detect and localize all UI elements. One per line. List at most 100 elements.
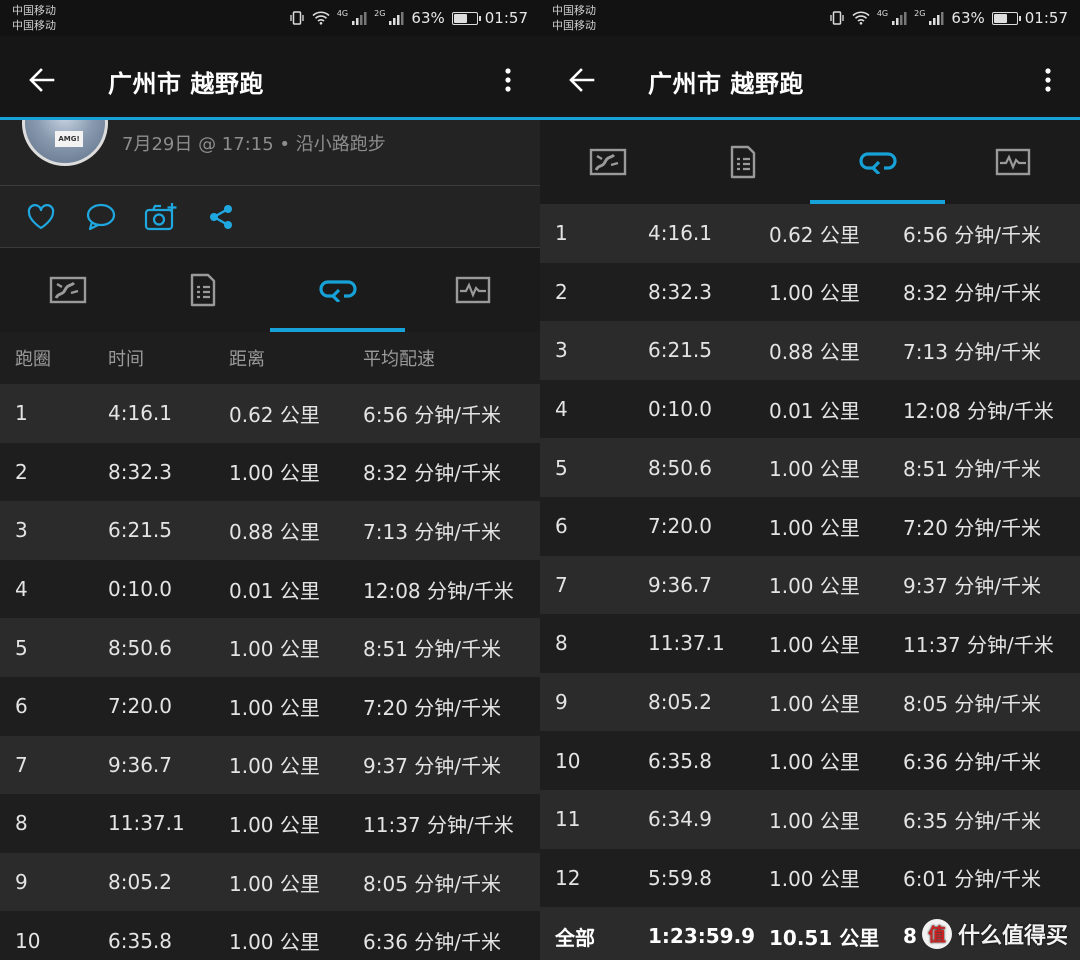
lap-number: 5 bbox=[15, 635, 28, 660]
table-row[interactable]: 5 8:50.6 1.00 公里 8:51 分钟/千米 bbox=[540, 438, 1080, 497]
lap-pace: 6:56 分钟/千米 bbox=[903, 222, 1042, 247]
lap-distance: 0.62 公里 bbox=[229, 402, 320, 427]
lap-pace: 8:51 分钟/千米 bbox=[363, 637, 502, 662]
table-row[interactable]: 6 7:20.0 1.00 公里 7:20 分钟/千米 bbox=[0, 676, 540, 736]
carrier-label-1: 中国移动 bbox=[12, 4, 56, 17]
lap-number: 1 bbox=[555, 221, 568, 246]
table-row[interactable]: 7 9:36.7 1.00 公里 9:37 分钟/千米 bbox=[540, 555, 1080, 615]
network-type-2: 2G bbox=[914, 8, 926, 18]
laps-icon bbox=[318, 280, 357, 302]
header-pace: 平均配速 bbox=[363, 349, 435, 370]
lap-pace: 6:35 分钟/千米 bbox=[903, 808, 1042, 833]
table-row[interactable]: 4 0:10.0 0.01 公里 12:08 分钟/千米 bbox=[540, 379, 1080, 439]
status-icons: 4G 2G 63% 01:57 bbox=[829, 8, 1068, 28]
lap-time: 6:21.5 bbox=[648, 338, 712, 363]
lap-number: 3 bbox=[15, 518, 28, 543]
more-options-button[interactable] bbox=[496, 60, 520, 100]
table-row[interactable]: 7 9:36.7 1.00 公里 9:37 分钟/千米 bbox=[0, 735, 540, 795]
tab-map[interactable] bbox=[0, 248, 135, 332]
back-button[interactable] bbox=[22, 60, 62, 100]
chart-icon bbox=[995, 148, 1030, 176]
signal-icon bbox=[389, 12, 404, 25]
watermark-text: 什么值得买 bbox=[957, 924, 1068, 949]
lap-number: 11 bbox=[555, 807, 581, 832]
lap-time: 8:05.2 bbox=[108, 870, 172, 895]
avatar[interactable]: AMG! bbox=[22, 120, 108, 166]
signal-icon bbox=[892, 12, 907, 25]
table-row[interactable]: 11 6:34.9 1.00 公里 6:35 分钟/千米 bbox=[540, 789, 1080, 849]
table-row[interactable]: 6 7:20.0 1.00 公里 7:20 分钟/千米 bbox=[540, 496, 1080, 556]
table-row[interactable]: 1 4:16.1 0.62 公里 6:56 分钟/千米 bbox=[0, 384, 540, 443]
comment-button[interactable] bbox=[84, 200, 118, 234]
more-options-button[interactable] bbox=[1036, 60, 1060, 100]
table-row[interactable]: 10 6:35.8 1.00 公里 6:36 分钟/千米 bbox=[540, 731, 1080, 790]
lap-time: 7:20.0 bbox=[648, 514, 712, 539]
tab-chart[interactable] bbox=[405, 248, 540, 332]
tab-laps[interactable] bbox=[810, 120, 945, 204]
laps-table: 1 4:16.1 0.62 公里 6:56 分钟/千米 2 8:32.3 1.00 公里 8… bbox=[540, 204, 1080, 960]
clock: 01:57 bbox=[1024, 9, 1068, 27]
table-row[interactable]: 2 8:32.3 1.00 公里 8:32 分钟/千米 bbox=[0, 442, 540, 502]
lap-pace: 8:05 分钟/千米 bbox=[903, 691, 1042, 716]
table-row[interactable]: 8 11:37.1 1.00 公里 11:37 分钟/千米 bbox=[0, 794, 540, 853]
lap-distance: 1.00 公里 bbox=[229, 871, 320, 896]
details-icon bbox=[190, 273, 215, 307]
lap-time: 8:05.2 bbox=[648, 690, 712, 715]
watermark: 值 什么值得买 bbox=[921, 918, 1068, 950]
lap-number: 4 bbox=[15, 577, 28, 602]
like-button[interactable] bbox=[24, 200, 58, 234]
add-photo-button[interactable] bbox=[144, 200, 178, 234]
activity-tabs bbox=[0, 248, 540, 332]
lap-number: 6 bbox=[15, 694, 28, 719]
tab-map[interactable] bbox=[540, 120, 675, 204]
lap-distance: 1.00 公里 bbox=[769, 574, 860, 599]
lap-number: 9 bbox=[555, 690, 568, 715]
right-screenshot: 中国移动 中国移动 4G 2G 63% 01:57 广州市 越野跑 1 4:16… bbox=[540, 0, 1080, 960]
tab-details[interactable] bbox=[135, 248, 270, 332]
table-row[interactable]: 10 6:35.8 1.00 公里 6:36 分钟/千米 bbox=[0, 911, 540, 960]
arrow-left-icon bbox=[569, 68, 595, 92]
tab-laps[interactable] bbox=[270, 248, 405, 332]
lap-distance: 0.62 公里 bbox=[769, 222, 860, 247]
lap-time: 4:16.1 bbox=[108, 401, 172, 426]
table-row[interactable]: 3 6:21.5 0.88 公里 7:13 分钟/千米 bbox=[0, 501, 540, 560]
arrow-left-icon bbox=[29, 68, 55, 92]
table-row[interactable]: 12 5:59.8 1.00 公里 6:01 分钟/千米 bbox=[540, 848, 1080, 908]
lap-time: 8:32.3 bbox=[648, 279, 712, 304]
table-row[interactable]: 3 6:21.5 0.88 公里 7:13 分钟/千米 bbox=[540, 321, 1080, 380]
lap-distance: 1.00 公里 bbox=[229, 930, 320, 955]
lap-time: 8:50.6 bbox=[108, 635, 172, 660]
lap-number: 4 bbox=[555, 397, 568, 422]
lap-pace: 11:37 分钟/千米 bbox=[363, 812, 514, 837]
back-button[interactable] bbox=[562, 60, 602, 100]
share-button[interactable] bbox=[204, 200, 238, 234]
lap-time: 7:20.0 bbox=[108, 694, 172, 719]
lap-pace: 6:36 分钟/千米 bbox=[363, 930, 502, 955]
lap-pace: 7:13 分钟/千米 bbox=[363, 519, 502, 544]
lap-time: 9:36.7 bbox=[648, 572, 712, 597]
lap-pace: 9:37 分钟/千米 bbox=[363, 754, 502, 779]
table-row[interactable]: 1 4:16.1 0.62 公里 6:56 分钟/千米 bbox=[540, 204, 1080, 263]
lap-pace: 9:37 分钟/千米 bbox=[903, 574, 1042, 599]
lap-number: 2 bbox=[555, 279, 568, 304]
table-row[interactable]: 2 8:32.3 1.00 公里 8:32 分钟/千米 bbox=[540, 262, 1080, 322]
table-row[interactable]: 9 8:05.2 1.00 公里 8:05 分钟/千米 bbox=[540, 672, 1080, 732]
battery-percent: 63% bbox=[951, 9, 985, 27]
lap-pace: 6:36 分钟/千米 bbox=[903, 750, 1042, 775]
lap-distance: 1.00 公里 bbox=[769, 457, 860, 482]
lap-number: 12 bbox=[555, 865, 581, 890]
tab-details[interactable] bbox=[675, 120, 810, 204]
table-row[interactable]: 8 11:37.1 1.00 公里 11:37 分钟/千米 bbox=[540, 614, 1080, 673]
total-pace: 8 bbox=[903, 924, 917, 949]
lap-pace: 8:32 分钟/千米 bbox=[363, 461, 502, 486]
lap-distance: 1.00 公里 bbox=[769, 867, 860, 892]
status-icons: 4G 2G 63% 01:57 bbox=[289, 8, 528, 28]
lap-number: 6 bbox=[555, 514, 568, 539]
tab-chart[interactable] bbox=[945, 120, 1080, 204]
clock: 01:57 bbox=[484, 9, 528, 27]
lap-number: 2 bbox=[15, 459, 28, 484]
table-row[interactable]: 9 8:05.2 1.00 公里 8:05 分钟/千米 bbox=[0, 852, 540, 912]
table-row[interactable]: 5 8:50.6 1.00 公里 8:51 分钟/千米 bbox=[0, 618, 540, 677]
table-row[interactable]: 4 0:10.0 0.01 公里 12:08 分钟/千米 bbox=[0, 559, 540, 619]
signal-icon bbox=[352, 12, 367, 25]
